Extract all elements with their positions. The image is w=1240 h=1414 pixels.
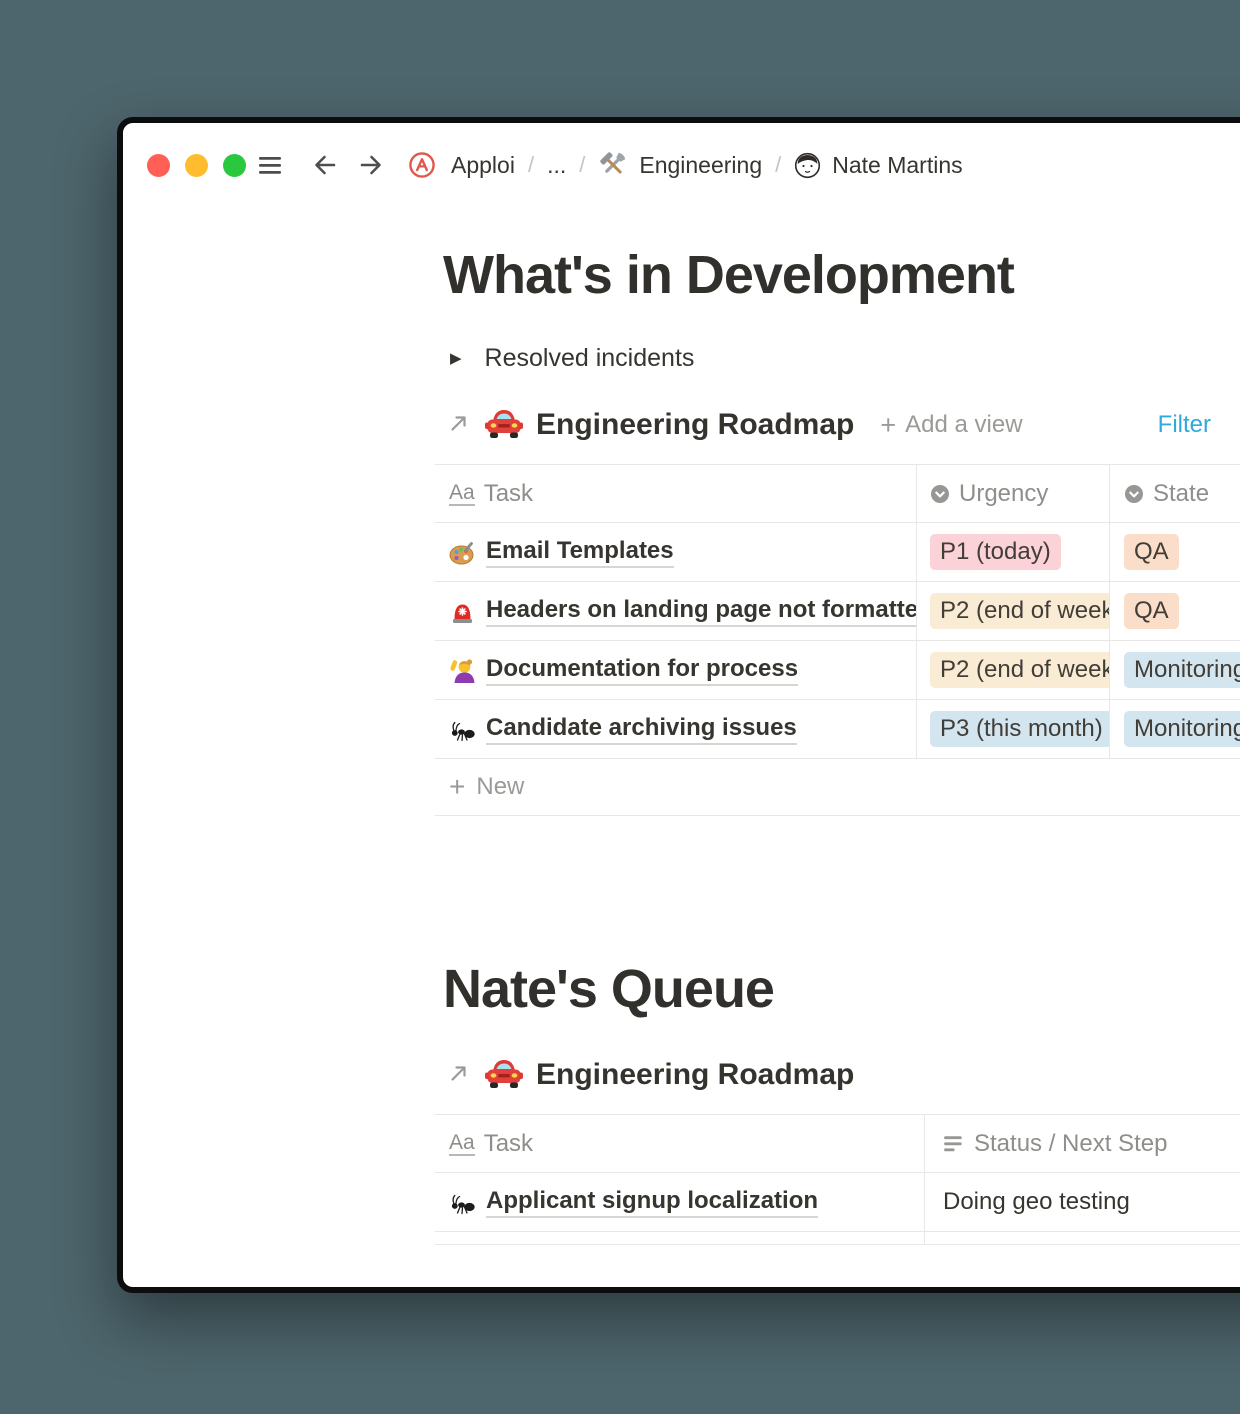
- table-row: Applicant signup localization Doing geo …: [435, 1173, 1240, 1232]
- window-content: Apploi / ... / Engineering / Nate Martin…: [123, 123, 1240, 1287]
- add-a-view-label: Add a view: [905, 411, 1023, 438]
- page-title-dev: What's in Development: [443, 245, 1015, 305]
- engineering-roadmap-table: Aa Task Urgency State Email Templates P1…: [435, 464, 1240, 816]
- breadcrumb-current-label: Nate Martins: [832, 151, 963, 178]
- resolved-incidents-toggle[interactable]: ▶ Resolved incidents: [450, 344, 694, 373]
- hammer-wrench-icon: [598, 150, 628, 180]
- text-property-icon: [944, 1135, 962, 1151]
- new-row: + New: [435, 759, 1240, 816]
- traffic-light-close-button[interactable]: [147, 153, 170, 177]
- table-row: Email Templates P1 (today) QA: [435, 523, 1240, 582]
- open-page-arrow-icon[interactable]: [447, 1061, 471, 1090]
- task-page-link[interactable]: Headers on landing page not formatted: [486, 596, 916, 627]
- palette-icon: [449, 539, 476, 566]
- header-task[interactable]: Aa Task: [435, 1115, 925, 1172]
- partial-row: [435, 1232, 1240, 1245]
- urgency-cell[interactable]: P2 (end of week): [917, 582, 1110, 640]
- urgency-badge: P1 (today): [930, 534, 1061, 570]
- sidebar-menu-icon[interactable]: [258, 155, 282, 176]
- breadcrumb-separator: /: [527, 152, 535, 177]
- state-badge: QA: [1124, 534, 1179, 570]
- task-page-link[interactable]: Documentation for process: [486, 655, 799, 686]
- table-row: Headers on landing page not formatted P2…: [435, 582, 1240, 641]
- state-cell[interactable]: Monitoring: [1110, 641, 1240, 699]
- state-badge: Monitoring: [1124, 652, 1240, 688]
- nates-queue-table: Aa Task Status / Next Step Applicant sig…: [435, 1114, 1240, 1245]
- title-property-icon: Aa: [449, 1130, 475, 1156]
- urgency-cell[interactable]: P1 (today): [917, 523, 1110, 581]
- breadcrumb-workspace[interactable]: Apploi: [451, 152, 515, 179]
- header-status[interactable]: Status / Next Step: [925, 1115, 1240, 1172]
- back-arrow-icon[interactable]: [310, 150, 340, 180]
- state-cell[interactable]: QA: [1110, 582, 1240, 640]
- plus-icon: +: [449, 771, 466, 802]
- toggle-label: Resolved incidents: [484, 344, 695, 372]
- breadcrumb-separator: /: [579, 152, 586, 177]
- car-icon: [484, 406, 524, 444]
- urgency-cell[interactable]: P3 (this month): [917, 700, 1110, 758]
- traffic-light-zoom-button[interactable]: [223, 153, 246, 177]
- ant-icon: [449, 716, 476, 743]
- state-cell[interactable]: Monitoring: [1110, 700, 1240, 758]
- breadcrumb-parent-label: Engineering: [639, 151, 763, 178]
- task-cell[interactable]: Headers on landing page not formatted: [435, 582, 917, 640]
- task-cell[interactable]: Email Templates: [435, 523, 917, 581]
- state-badge: Monitoring: [1124, 711, 1240, 747]
- breadcrumb-current-page[interactable]: Nate Martins: [794, 151, 963, 179]
- urgency-badge: P3 (this month): [930, 711, 1109, 747]
- breadcrumb-parent-page[interactable]: Engineering: [598, 150, 762, 180]
- collection-title[interactable]: Engineering Roadmap: [536, 1058, 854, 1092]
- select-property-icon: [931, 484, 949, 503]
- select-property-icon: [1125, 484, 1143, 503]
- collection-title[interactable]: Engineering Roadmap: [536, 408, 854, 442]
- apploi-logo-icon[interactable]: [408, 151, 436, 179]
- page-title-queue: Nate's Queue: [443, 959, 775, 1019]
- urgency-cell[interactable]: P2 (end of week): [917, 641, 1110, 699]
- header-state[interactable]: State: [1110, 465, 1240, 522]
- man-avatar-icon: [794, 152, 821, 179]
- add-a-view-button[interactable]: + Add a view: [880, 411, 1022, 439]
- table-row: Documentation for process P2 (end of wee…: [435, 641, 1240, 700]
- task-page-link[interactable]: Email Templates: [486, 537, 674, 568]
- urgency-badge: P2 (end of week): [930, 593, 1109, 629]
- forward-arrow-icon[interactable]: [356, 150, 386, 180]
- status-cell[interactable]: Doing geo testing: [925, 1173, 1240, 1231]
- filter-button[interactable]: Filter: [1158, 411, 1211, 439]
- new-row-label: New: [476, 773, 525, 800]
- ant-icon: [449, 1189, 476, 1216]
- breadcrumb-separator: /: [775, 152, 782, 177]
- urgency-badge: P2 (end of week): [930, 652, 1109, 688]
- notion-window: Apploi / ... / Engineering / Nate Martin…: [117, 117, 1240, 1293]
- task-page-link[interactable]: Candidate archiving issues: [486, 714, 797, 745]
- status-value: Doing geo testing: [943, 1188, 1130, 1215]
- traffic-light-minimize-button[interactable]: [185, 153, 208, 177]
- task-cell[interactable]: Applicant signup localization: [435, 1173, 925, 1231]
- open-page-arrow-icon[interactable]: [447, 411, 471, 440]
- collection-header-dev: Engineering Roadmap + Add a view Filter: [447, 403, 1211, 447]
- table-header-row: Aa Task Urgency State: [435, 465, 1240, 523]
- breadcrumb-collapsed-pages[interactable]: ...: [547, 152, 566, 179]
- titlebar: Apploi / ... / Engineering / Nate Martin…: [147, 149, 963, 181]
- new-row-button[interactable]: + New: [435, 759, 1240, 815]
- header-task[interactable]: Aa Task: [435, 465, 917, 522]
- title-property-icon: Aa: [449, 480, 475, 506]
- person-raising-hand-icon: [449, 657, 476, 684]
- toggle-triangle-icon[interactable]: ▶: [450, 351, 462, 366]
- plus-icon: +: [880, 409, 897, 440]
- table-header-row: Aa Task Status / Next Step: [435, 1115, 1240, 1173]
- header-urgency[interactable]: Urgency: [917, 465, 1110, 522]
- collection-header-queue: Engineering Roadmap: [447, 1053, 1211, 1097]
- task-cell[interactable]: Candidate archiving issues: [435, 700, 917, 758]
- task-page-link[interactable]: Applicant signup localization: [486, 1187, 819, 1218]
- table-row: Candidate archiving issues P3 (this mont…: [435, 700, 1240, 759]
- task-cell[interactable]: Documentation for process: [435, 641, 917, 699]
- state-cell[interactable]: QA: [1110, 523, 1240, 581]
- car-icon: [484, 1056, 524, 1094]
- police-light-icon: [449, 598, 476, 625]
- state-badge: QA: [1124, 593, 1179, 629]
